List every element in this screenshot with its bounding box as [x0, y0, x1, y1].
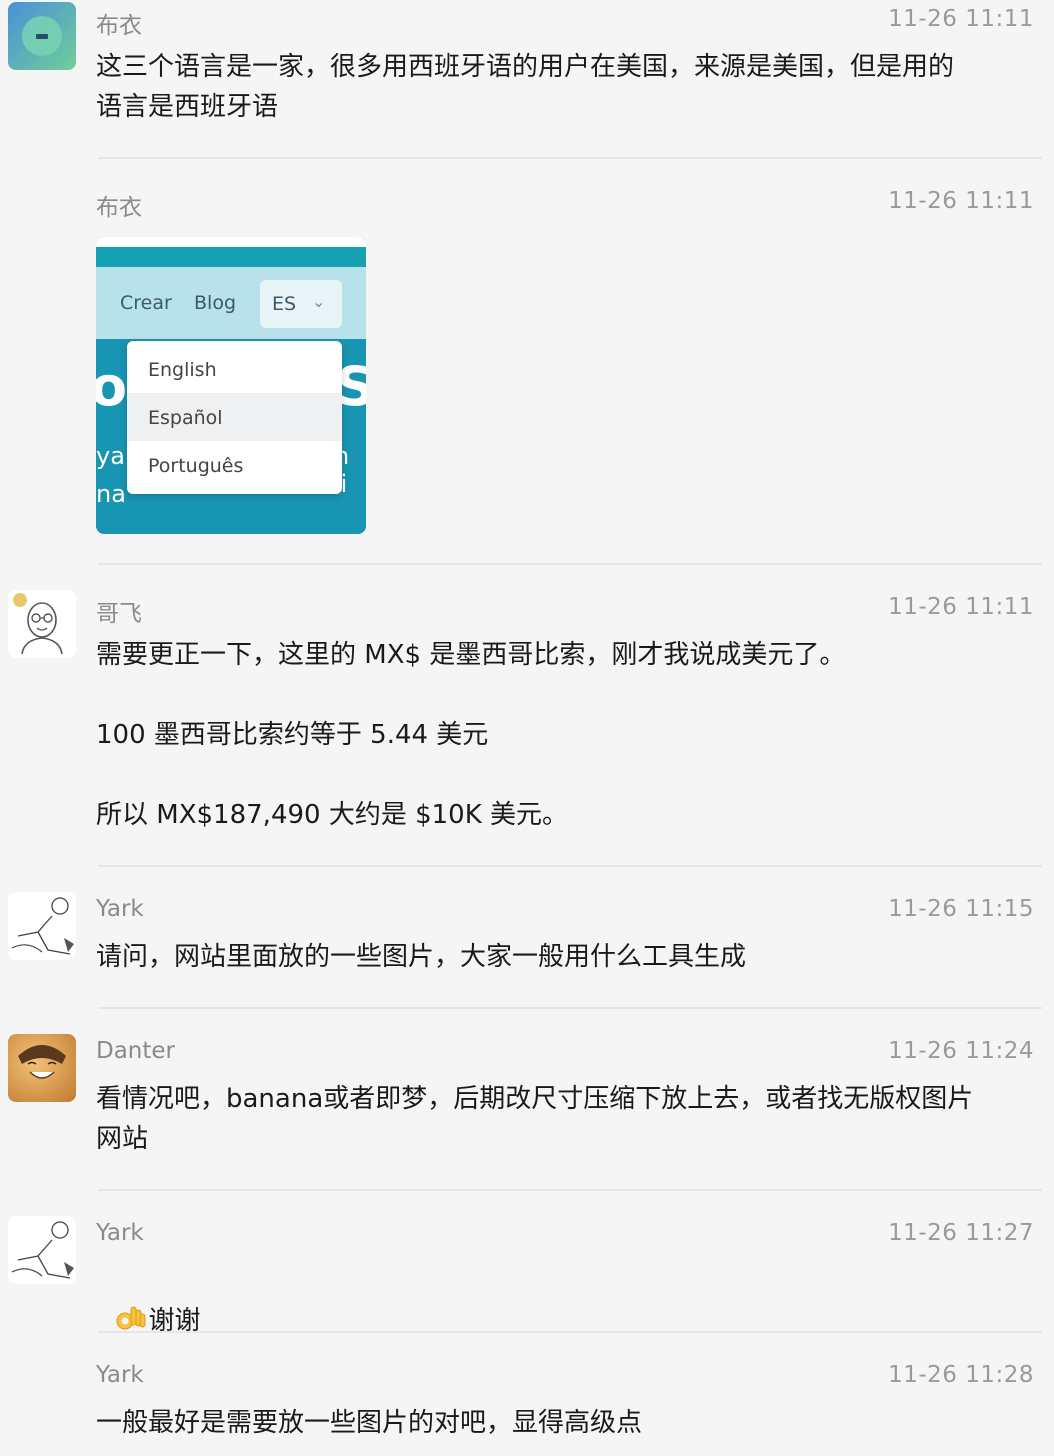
message-text: 需要更正一下，这里的 MX$ 是墨西哥比索，刚才我说成美元了。 100 墨西哥比…	[96, 640, 846, 830]
message-timestamp: 11-26 11:11	[888, 188, 1034, 214]
avatar-yark[interactable]	[8, 892, 76, 960]
sender-name: Yark	[96, 896, 144, 922]
message-text: 看情况吧，banana或者即梦，后期改尺寸压缩下放上去，或者找无版权图片 网站	[96, 1084, 974, 1154]
message-timestamp: 11-26 11:11	[888, 6, 1034, 32]
message-text: 一般最好是需要放一些图片的对吧，显得高级点	[96, 1408, 643, 1438]
message-timestamp: 11-26 11:15	[888, 896, 1034, 922]
avatar-gefei[interactable]	[8, 590, 76, 658]
language-dropdown: English Español Português	[127, 341, 342, 494]
avatar-buyi[interactable]	[8, 2, 76, 70]
message-divider	[98, 1331, 1042, 1333]
nav-link-crear: Crear	[120, 292, 172, 314]
face-icon	[18, 1045, 66, 1079]
nav-link-blog: Blog	[194, 292, 236, 314]
sender-name: Yark	[96, 1362, 144, 1388]
language-select: ES ⌄	[260, 280, 342, 328]
language-option-portugues: Português	[148, 455, 244, 477]
image-header-band	[96, 247, 366, 267]
chevron-down-icon: ⌄	[312, 292, 326, 311]
language-option-espanol: Español	[127, 393, 342, 441]
bg-fragment: na	[96, 480, 126, 508]
message-timestamp: 11-26 11:28	[888, 1362, 1034, 1388]
person-icon	[13, 593, 63, 655]
image-top-strip	[96, 237, 366, 247]
message-image[interactable]: Crear Blog ES ⌄ o SI ya n li na English …	[96, 237, 366, 534]
bg-fragment: ya	[96, 442, 125, 470]
message-divider	[98, 563, 1042, 565]
avatar-yark[interactable]	[8, 1216, 76, 1284]
message-divider	[98, 865, 1042, 867]
message-timestamp: 11-26 11:24	[888, 1038, 1034, 1064]
message-divider	[98, 157, 1042, 159]
avatar-danter[interactable]	[8, 1034, 76, 1102]
bg-fragment: o	[96, 355, 128, 418]
message-text: 请问，网站里面放的一些图片，大家一般用什么工具生成	[96, 942, 747, 972]
sender-name: 布衣	[96, 195, 142, 221]
sender-name: 布衣	[96, 13, 142, 39]
message-divider	[98, 1189, 1042, 1191]
language-select-value: ES	[272, 293, 297, 315]
sender-name: Yark	[96, 1220, 144, 1246]
message-timestamp: 11-26 11:27	[888, 1220, 1034, 1246]
sender-name: Danter	[96, 1038, 176, 1064]
sketch-icon	[11, 897, 74, 955]
message-text: 这三个语言是一家，很多用西班牙语的用户在美国，来源是美国，但是用的 语言是西班牙…	[96, 52, 955, 122]
message-text-row: 谢谢	[96, 1261, 1036, 1341]
ok-hand-emoji-icon	[116, 1306, 146, 1330]
language-option-english: English	[148, 359, 217, 381]
image-nav-bar: Crear Blog ES ⌄	[96, 267, 366, 339]
sketch-icon	[11, 1221, 74, 1279]
message-divider	[98, 1007, 1042, 1009]
sender-name: 哥飞	[96, 601, 142, 627]
message-timestamp: 11-26 11:11	[888, 594, 1034, 620]
